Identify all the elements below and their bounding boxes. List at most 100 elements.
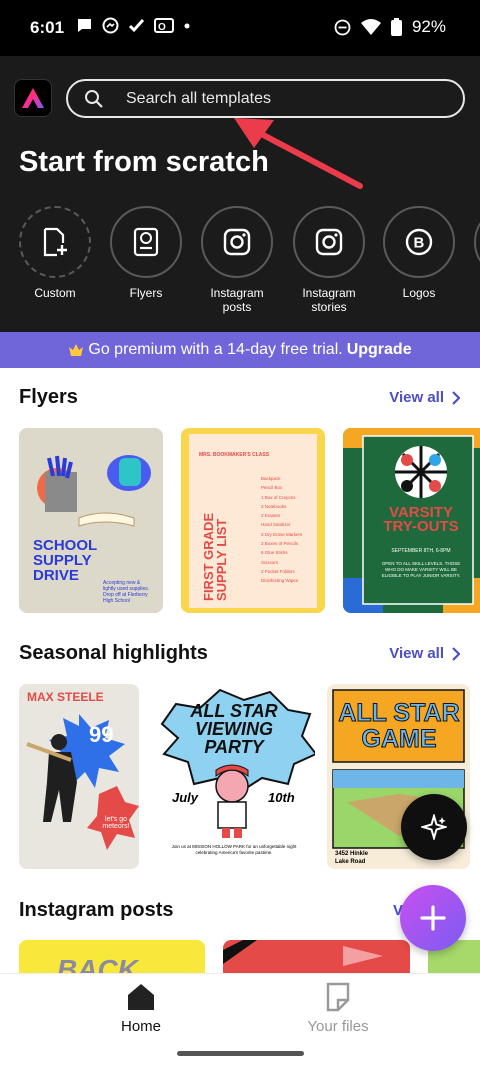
- dot-icon: [184, 23, 190, 29]
- flyer-school-title: SCHOOL SUPPLY DRIVE: [33, 537, 97, 584]
- new-file-icon: [43, 227, 67, 257]
- category-custom[interactable]: Custom: [13, 206, 97, 300]
- supply-item: Scissors: [261, 559, 279, 565]
- battery-percent: 92%: [411, 17, 446, 36]
- flyer-school-details: Accepting new & lightly used supplies. D…: [103, 580, 159, 604]
- sparkle-icon: [421, 814, 447, 840]
- max-number: 99: [89, 722, 114, 747]
- category-circle: B: [383, 206, 455, 278]
- svg-text:O: O: [158, 22, 166, 33]
- max-name: MAX STEELE: [27, 690, 104, 704]
- game-address-line: 3452 Hinkle: [335, 851, 369, 857]
- supply-header: MRS. BOOKMAKER'S CLASS: [199, 452, 270, 458]
- category-label: Logos: [402, 286, 436, 300]
- varsity-note: OPEN TO ALL SKILL LEVELS. THOSE WHO DO M…: [381, 561, 461, 578]
- premium-banner[interactable]: Go premium with a 14-day free trial. Upg…: [0, 332, 480, 368]
- category-logos[interactable]: B Logos: [377, 206, 461, 300]
- template-school-supply-drive[interactable]: SCHOOL SUPPLY DRIVE Accepting new & ligh…: [19, 428, 163, 613]
- section-title-seasonal: Seasonal highlights: [19, 642, 208, 664]
- supply-item: Backpack: [261, 476, 281, 481]
- supply-item: 3 Notebooks: [261, 503, 287, 509]
- category-circle: [110, 206, 182, 278]
- supply-item: 3 Boxes of Pencils: [261, 541, 299, 547]
- view-all-seasonal[interactable]: View all: [389, 645, 460, 662]
- category-circle: [19, 206, 91, 278]
- nav-your-files[interactable]: Your files: [278, 982, 398, 1035]
- dnd-icon: [334, 19, 351, 35]
- premium-text: Go premium with a 14-day free trial.: [88, 341, 343, 358]
- files-icon: [326, 982, 350, 1012]
- battery-icon: [390, 18, 402, 36]
- detail-line: High School: [103, 598, 130, 604]
- category-flyers[interactable]: Flyers: [104, 206, 188, 300]
- category-label: Instagram stories: [302, 286, 356, 314]
- category-more[interactable]: [468, 206, 480, 286]
- adobe-express-icon: [22, 88, 44, 108]
- status-time: 6:01: [30, 18, 65, 37]
- template-max-steele[interactable]: MAX STEELE 99 let's go meteors!: [19, 684, 139, 869]
- flyer-icon: [133, 227, 159, 257]
- system-icons: 92%: [334, 17, 446, 37]
- game-address-line: Lake Road: [335, 859, 366, 865]
- category-circle: [474, 206, 480, 278]
- supply-side-title: FIRST GRADE SUPPLY LIST: [201, 512, 229, 601]
- supply-item: 2 Erasers: [261, 513, 281, 519]
- upgrade-link[interactable]: Upgrade: [347, 341, 412, 359]
- category-label: Custom: [34, 286, 76, 300]
- supply-item: Pencil Box: [261, 485, 283, 491]
- bottom-navigation: Home Your files: [0, 973, 480, 1067]
- category-label: Flyers: [129, 286, 163, 300]
- search-icon: [85, 89, 103, 108]
- template-all-star-viewing-party[interactable]: ALL STAR VIEWING PARTY July 10th Join us…: [152, 684, 315, 869]
- nav-home-label: Home: [120, 1018, 161, 1035]
- view-all-flyers[interactable]: View all: [389, 389, 460, 406]
- scratch-categories: Custom Flyers Instagram posts Instagram …: [0, 206, 480, 324]
- template-artwork: [26, 714, 139, 850]
- supply-items: Backpack Pencil Box 1 Box of Crayons 3 N…: [261, 474, 302, 586]
- party-title: ALL STAR VIEWING PARTY: [190, 701, 278, 757]
- template-supply-list[interactable]: MRS. BOOKMAKER'S CLASS FIRST GRADE SUPPL…: [181, 428, 325, 613]
- svg-text:B: B: [414, 235, 425, 252]
- varsity-title: VARSITY TRY-OUTS: [383, 504, 459, 535]
- varsity-date: SEPTEMBER 8TH, 6-8PM: [391, 548, 451, 554]
- category-label: Instagram posts: [210, 286, 264, 314]
- notification-icons: O: [76, 17, 191, 34]
- outlook-icon: O: [154, 18, 174, 33]
- supply-item: 2 Pocket Folders: [261, 568, 295, 574]
- party-right: 10th: [268, 790, 295, 805]
- nav-files-label: Your files: [307, 1018, 369, 1035]
- adobe-express-logo[interactable]: [14, 79, 52, 117]
- create-new-button[interactable]: [400, 885, 466, 951]
- chat-icon: [78, 19, 91, 32]
- check-icon: [128, 18, 145, 33]
- chevron-right-icon: [452, 390, 460, 405]
- category-circle: [201, 206, 273, 278]
- crown-icon: [69, 344, 84, 356]
- category-instagram-posts[interactable]: Instagram posts: [195, 206, 279, 314]
- supply-item: 6 Glue Sticks: [261, 550, 288, 556]
- party-left: July: [172, 790, 199, 805]
- section-title-instagram: Instagram posts: [19, 899, 174, 921]
- view-all-label: View all: [389, 645, 444, 662]
- view-all-label: View all: [389, 389, 444, 406]
- messenger-icon: [102, 17, 119, 34]
- gesture-bar: [177, 1051, 304, 1056]
- supply-item: Hand Sanitizer: [261, 522, 291, 528]
- instagram-icon: [315, 228, 343, 256]
- max-tag: let's go meteors!: [102, 816, 130, 830]
- game-address: 3452 Hinkle Lake Road: [335, 850, 368, 866]
- home-icon: [128, 984, 154, 1010]
- template-varsity-tryouts[interactable]: VARSITY TRY-OUTS SEPTEMBER 8TH, 6-8PM OP…: [343, 428, 480, 613]
- search-placeholder: Search all templates: [126, 89, 271, 107]
- nav-home[interactable]: Home: [81, 982, 201, 1035]
- section-title-flyers: Flyers: [19, 386, 78, 408]
- category-circle: [293, 206, 365, 278]
- category-instagram-stories[interactable]: Instagram stories: [286, 206, 372, 314]
- ai-generate-button[interactable]: [401, 794, 467, 860]
- supply-item: Disinfecting Wipes: [261, 578, 299, 584]
- supply-item: 1 Box of Crayons: [261, 494, 296, 500]
- wifi-icon: [360, 18, 381, 35]
- status-bar: 6:01 O 92%: [0, 0, 480, 56]
- party-footer: Join us at MISSION HOLLOW PARK for an un…: [171, 844, 297, 855]
- instagram-icon: [223, 228, 251, 256]
